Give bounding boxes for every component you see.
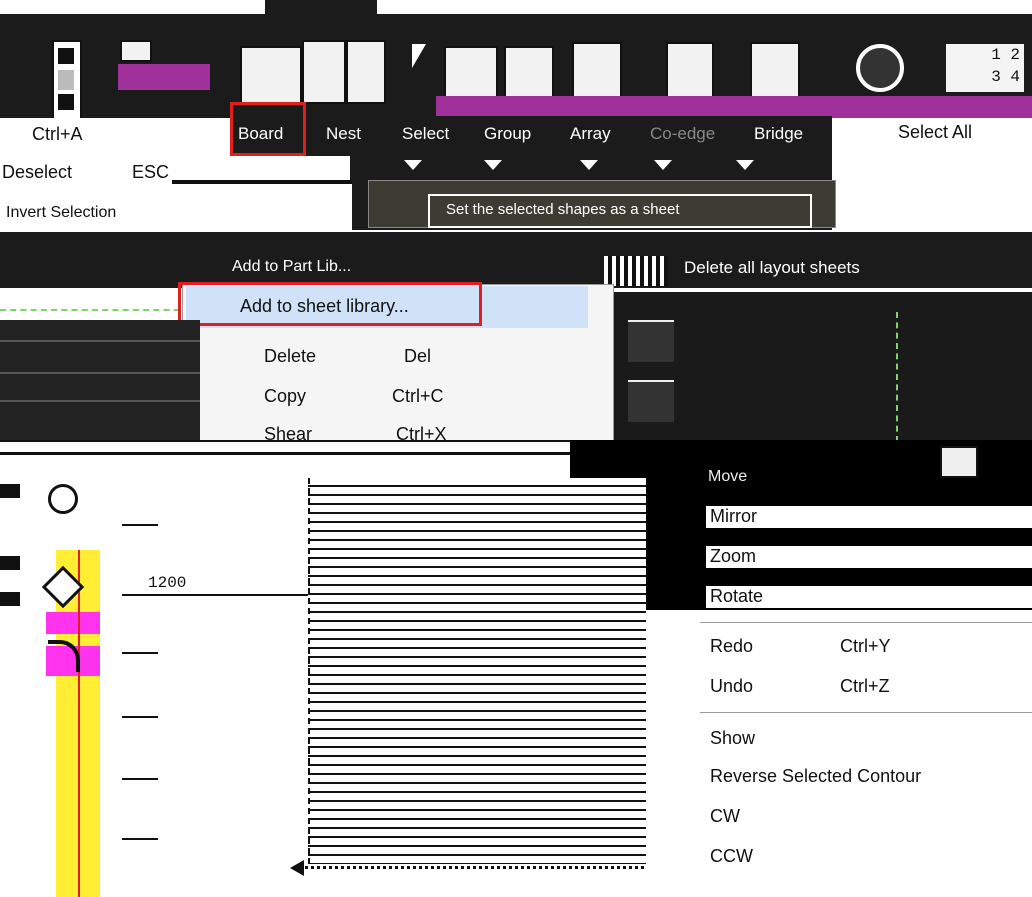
undo-menu-item[interactable]: Undo [710,676,753,697]
table-icon[interactable] [940,446,978,478]
coedge-tool-icon[interactable] [666,42,714,98]
separator [700,712,1032,713]
red-guide [78,550,80,897]
context-menu-bottom-edge [0,440,620,472]
rotate-menu-item: Rotate [710,586,764,606]
number-grid: 1 2 3 4 [946,44,1024,92]
arrow-left-icon [290,860,304,876]
chevron-down-icon[interactable] [580,160,598,170]
left-dark-panel [0,320,200,440]
row-line [0,372,200,374]
layer-icon[interactable] [52,40,82,120]
array-tool-icon[interactable] [572,42,622,100]
canvas-dark [614,292,1032,442]
side-arrow-1[interactable] [0,484,20,498]
add-sheet-library-label: Add to sheet library... [240,296,409,316]
tab-coedge[interactable]: Co-edge [650,122,715,146]
dimension-line [122,594,308,596]
tab-group[interactable]: Group [484,122,531,146]
gear-icon[interactable] [856,44,904,92]
grid-tool-icon[interactable] [302,40,346,104]
horizontal-dim-icon[interactable] [628,320,674,362]
divider-icon [604,256,668,286]
tab-array[interactable]: Array [570,122,611,146]
select-all-label[interactable]: Select All [898,122,972,143]
tooltip: Set the selected shapes as a sheet [428,194,812,228]
board-tool-icon[interactable] [240,46,302,106]
tick [122,838,158,840]
group-tool-icon[interactable] [504,46,554,100]
chevron-down-icon[interactable] [484,160,502,170]
add-part-label[interactable]: Add to Part Lib... [232,258,351,276]
invert-selection-label: Invert Selection [6,204,117,221]
tab-bar [232,116,832,156]
delete-layout-label[interactable]: Delete all layout sheets [684,258,860,278]
tab-bridge[interactable]: Bridge [754,122,803,146]
sheet-preview-bottom-dash [300,866,644,869]
select-tool-icon[interactable] [444,46,498,100]
zoom-menu-item: Zoom [710,546,757,566]
vertical-dim-icon[interactable] [628,380,674,422]
tab-board[interactable]: Board [238,122,283,146]
separator [0,452,620,455]
cw-menu-item[interactable]: CW [710,806,740,827]
rectangle-tool-icon[interactable] [120,40,152,62]
toolbar-top-edge [0,0,1032,14]
invert-selection-row[interactable]: Invert Selection [0,200,270,226]
dimension-label: 1200 [148,574,187,592]
chevron-down-icon[interactable] [736,160,754,170]
deselect-label: Deselect [2,162,73,182]
guide-line-vertical [896,312,898,442]
magenta-band-right [436,96,1032,118]
redo-shortcut: Ctrl+Y [840,636,891,656]
copy-menu-item[interactable]: Copy [264,386,306,407]
chevron-down-icon[interactable] [654,160,672,170]
tick [122,778,158,780]
pink-strip [46,612,100,634]
tick [122,652,158,654]
tick [122,524,158,526]
tab-select[interactable]: Select [402,122,449,146]
sheet-actions-bar [0,232,1032,288]
side-arrow-3[interactable] [0,592,20,606]
side-arrow-2[interactable] [0,556,20,570]
row-line [0,340,200,342]
copy-shortcut: Ctrl+C [392,386,444,406]
deselect-key: ESC [132,162,170,182]
side-palette [0,470,300,897]
toolbar-top-notch [265,0,377,14]
ccw-menu-item[interactable]: CCW [710,846,753,867]
mirror-menu-item: Mirror [710,506,757,526]
move-menu-item[interactable]: Move [708,468,747,486]
bridge-tool-icon[interactable] [750,42,800,98]
separator [700,622,1032,623]
guide-line-top [0,309,190,311]
delete-menu-item[interactable]: Delete [264,346,316,367]
reverse-contour-menu-item[interactable]: Reverse Selected Contour [710,766,921,787]
magenta-band-left [118,64,210,90]
row-line [0,400,200,402]
select-all-shortcut: Ctrl+A [32,124,83,144]
sheet-preview [308,478,646,864]
show-menu-item[interactable]: Show [710,728,755,749]
tab-nest[interactable]: Nest [326,122,361,146]
nest-tool-icon[interactable] [346,40,386,104]
redo-menu-item[interactable]: Redo [710,636,753,657]
undo-shortcut: Ctrl+Z [840,676,890,696]
bridge-cross-icon[interactable] [48,484,78,514]
cursor-icon [412,44,426,68]
chevron-down-icon[interactable] [404,160,422,170]
tick [122,716,158,718]
number-row-2: 3 4 [991,68,1020,86]
delete-shortcut: Del [404,346,432,366]
number-row-1: 1 2 [991,46,1020,64]
separator [172,180,352,184]
